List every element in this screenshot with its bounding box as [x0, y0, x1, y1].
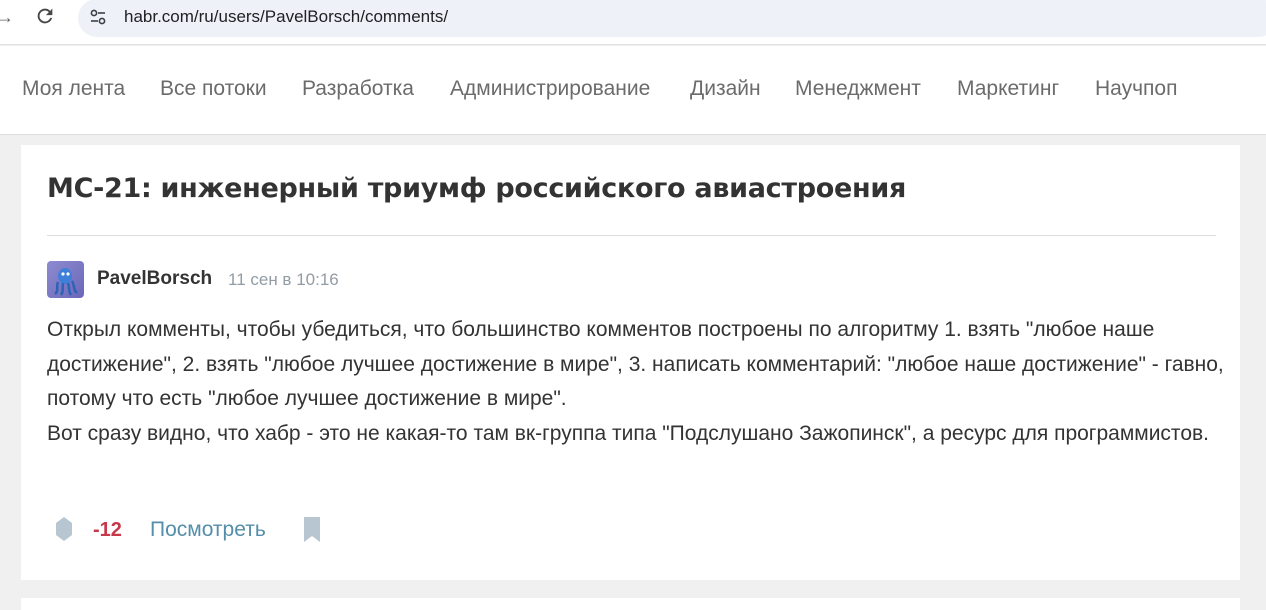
nav-item-popsci[interactable]: Научпоп [1095, 76, 1177, 102]
site-settings-icon[interactable] [88, 7, 108, 27]
reload-icon[interactable] [34, 5, 56, 27]
nav-item-development[interactable]: Разработка [302, 76, 414, 102]
hub-navigation: Моя лента Все потоки Разработка Админист… [0, 46, 1266, 135]
nav-item-management[interactable]: Менеджмент [795, 76, 921, 102]
address-bar[interactable]: habr.com/ru/users/PavelBorsch/comments/ [78, 0, 1266, 37]
bookmark-icon[interactable] [302, 516, 322, 543]
next-comment-card [21, 598, 1240, 610]
avatar[interactable] [47, 261, 84, 298]
comment-score: -12 [93, 519, 122, 541]
nav-item-design[interactable]: Дизайн [690, 76, 761, 102]
nav-item-all-streams[interactable]: Все потоки [160, 76, 267, 102]
nav-item-my-feed[interactable]: Моя лента [22, 76, 125, 102]
comment-timestamp[interactable]: 11 сен в 10:16 [228, 269, 339, 291]
back-arrow-icon[interactable]: → [0, 6, 14, 28]
url-text[interactable]: habr.com/ru/users/PavelBorsch/comments/ [124, 7, 448, 27]
octopus-avatar-icon [54, 268, 78, 296]
comment-card: МС-21: инженерный триумф российского ави… [21, 145, 1240, 580]
nav-item-marketing[interactable]: Маркетинг [957, 76, 1059, 102]
comment-paragraph: Вот сразу видно, что хабр - это не какая… [47, 421, 1209, 445]
post-title-link[interactable]: МС-21: инженерный триумф российского ави… [47, 172, 906, 206]
comment-body: Открыл комменты, чтобы убедиться, что бо… [47, 313, 1227, 451]
browser-toolbar: → habr.com/ru/users/PavelBorsch/comments… [0, 0, 1266, 45]
author-username[interactable]: PavelBorsch [97, 268, 212, 290]
vote-icon[interactable] [54, 516, 74, 542]
divider [47, 235, 1216, 236]
nav-item-administration[interactable]: Администрирование [450, 76, 650, 102]
view-comment-link[interactable]: Посмотреть [150, 517, 266, 543]
comment-paragraph: Открыл комменты, чтобы убедиться, что бо… [47, 318, 1224, 410]
